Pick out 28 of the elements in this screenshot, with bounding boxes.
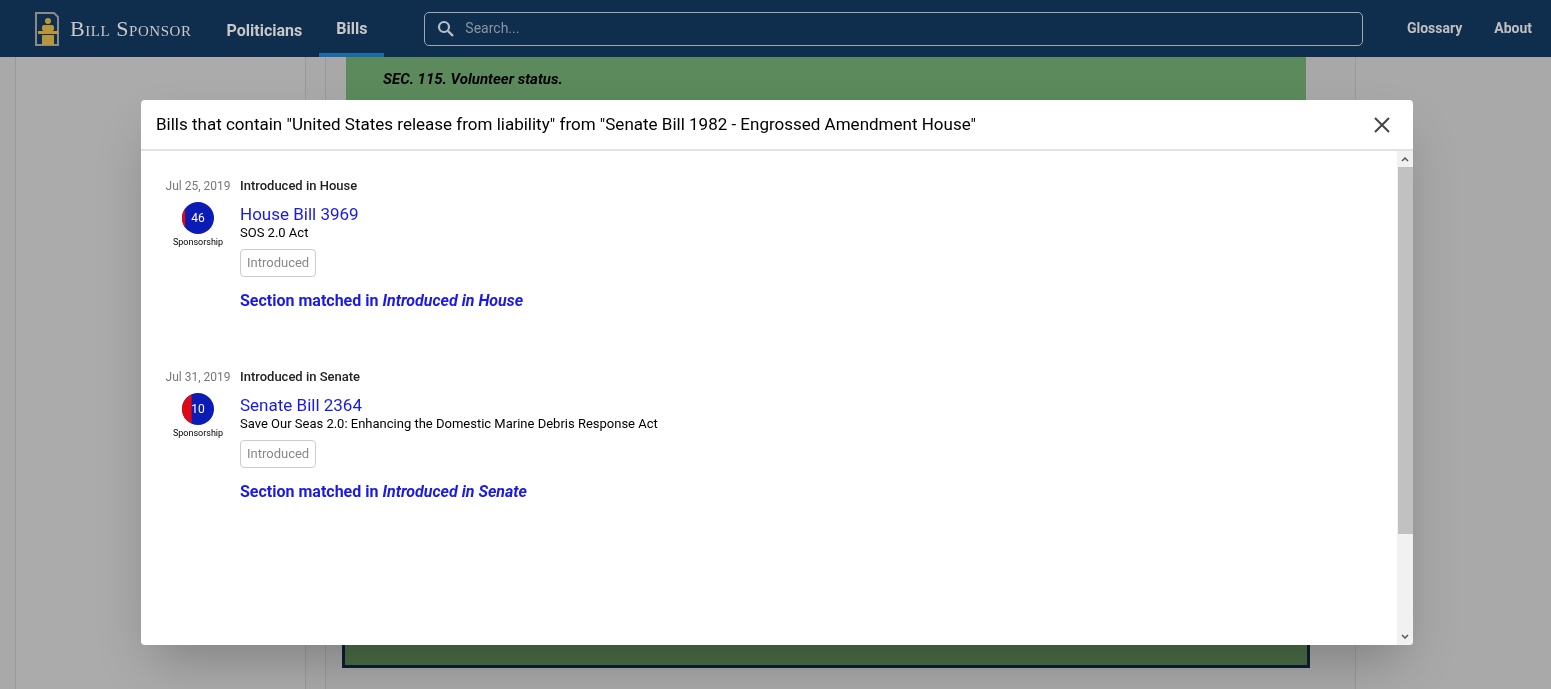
sponsorship-label: Sponsorship bbox=[172, 236, 224, 249]
bill-link[interactable]: Senate Bill 2364 bbox=[240, 394, 362, 416]
close-button[interactable] bbox=[1373, 115, 1391, 134]
bill-date: Jul 25, 2019 bbox=[165, 178, 231, 195]
nav-link[interactable]: About bbox=[1494, 18, 1532, 39]
bill-short-title: SOS 2.0 Act bbox=[240, 225, 309, 241]
version-label: Introduced in House bbox=[240, 177, 358, 195]
sponsor-count: 10 bbox=[190, 401, 206, 418]
search-input[interactable]: Search... bbox=[465, 18, 1346, 39]
section-match-link[interactable]: Section matched in Introduced in House bbox=[240, 288, 524, 313]
status-badge: Introduced bbox=[240, 249, 317, 277]
status-badge: Introduced bbox=[240, 440, 317, 468]
search-icon bbox=[437, 19, 456, 38]
bill-date: Jul 31, 2019 bbox=[165, 369, 231, 386]
search-field[interactable]: Search... bbox=[424, 11, 1364, 46]
section-match-link[interactable]: Section matched in Introduced in Senate bbox=[240, 479, 527, 504]
brand-name[interactable]: Bill Sponsor bbox=[70, 12, 192, 45]
sponsorship-label: Sponsorship bbox=[172, 427, 224, 440]
close-icon bbox=[1374, 116, 1390, 133]
sponsor-count: 46 bbox=[190, 210, 206, 227]
section-heading: SEC. 115. Volunteer status. bbox=[383, 70, 563, 88]
dialog-title: Bills that contain "United States release from liability" from "Senate Bill 1982 - Engrossed Amendment House" bbox=[156, 112, 976, 136]
bill-short-title: Save Our Seas 2.0: Enhancing the Domestic Marine Debris Response Act bbox=[240, 416, 658, 432]
nav-link[interactable]: Politicians bbox=[209, 0, 320, 57]
bill-link[interactable]: House Bill 3969 bbox=[240, 203, 359, 225]
version-label: Introduced in Senate bbox=[240, 368, 361, 386]
nav-link[interactable]: Bills bbox=[319, 0, 385, 57]
nav-link[interactable]: Glossary bbox=[1406, 18, 1463, 39]
